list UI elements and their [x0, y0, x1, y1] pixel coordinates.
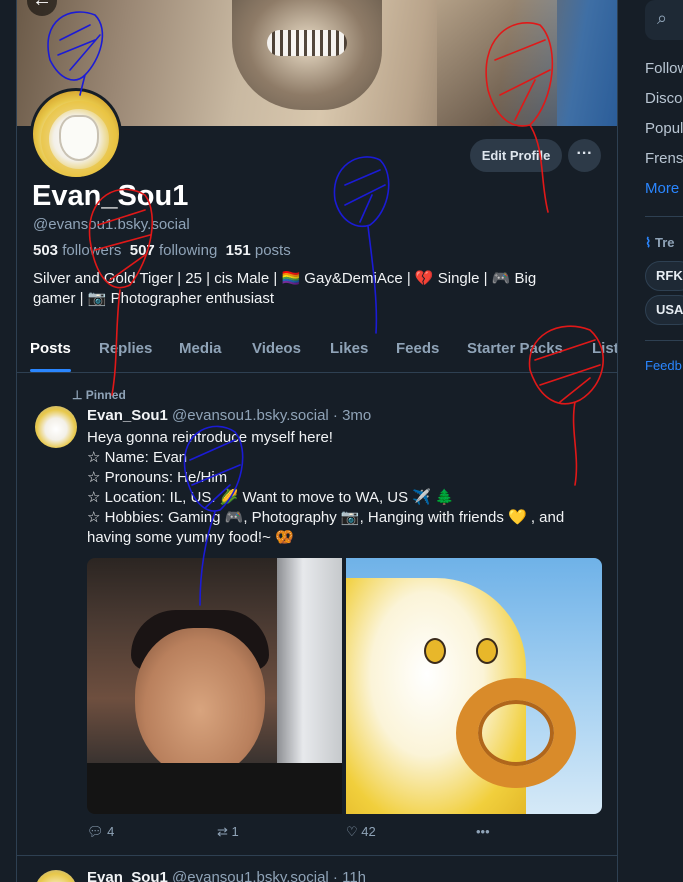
display-name: Evan_Sou1 — [32, 180, 189, 212]
rail-link-frens[interactable]: Frens — [645, 150, 683, 167]
followers-count: 503 — [33, 242, 59, 259]
edit-profile-button[interactable]: Edit Profile — [470, 139, 562, 172]
post-header: Evan_Sou1 @evansou1.bsky.social · 11h — [87, 869, 366, 882]
post-author-handle[interactable]: @evansou1.bsky.social — [172, 407, 329, 424]
active-tab-indicator — [30, 369, 71, 372]
tab-feeds[interactable]: Feeds — [396, 340, 439, 357]
profile-handle: @evansou1.bsky.social — [33, 216, 190, 233]
post-author-avatar[interactable] — [35, 406, 77, 448]
search-icon[interactable]: ⌕ — [645, 0, 683, 40]
followers-label: followers — [62, 242, 122, 259]
following-label: following — [158, 242, 218, 259]
post-divider — [17, 855, 617, 856]
rail-divider — [645, 340, 683, 341]
pinned-label: Pinned — [85, 388, 126, 402]
tab-videos[interactable]: Videos — [252, 340, 301, 357]
column-border — [16, 0, 17, 882]
post-more-button[interactable]: ••• — [476, 824, 490, 839]
post-time[interactable]: · 3mo — [333, 407, 371, 424]
post-line: Heya gonna reintroduce myself here! — [87, 429, 333, 446]
more-options-button[interactable]: ··· — [568, 139, 601, 172]
posts-count: 151 — [225, 242, 251, 259]
rail-link-discover[interactable]: Disco — [645, 90, 683, 107]
post-line: ☆ Pronouns: He/Him — [87, 469, 228, 486]
like-button[interactable]: ♡ 42 — [346, 824, 376, 840]
profile-bio: Silver and Gold Tiger | 25 | cis Male | … — [33, 269, 593, 309]
trending-pill[interactable]: USA — [645, 295, 683, 325]
reply-icon: 💬︎ — [87, 824, 104, 839]
repost-icon: ⇄ — [217, 824, 228, 839]
post-image-tiger-art[interactable] — [346, 558, 602, 814]
tab-starter-packs[interactable]: Starter Packs — [467, 340, 563, 357]
repost-button[interactable]: ⇄ 1 — [217, 824, 239, 840]
following-link[interactable]: 507 following — [130, 242, 218, 259]
repost-count: 1 — [231, 824, 239, 839]
trending-icon: ⌇ — [645, 235, 652, 250]
trending-pill[interactable]: RFK — [645, 261, 683, 291]
post-line: ☆ Hobbies: Gaming 🎮, Photography 📷, Hang… — [87, 509, 565, 526]
heart-icon: ♡ — [346, 824, 358, 839]
post-author-name[interactable]: Evan_Sou1 — [87, 407, 168, 424]
tab-replies[interactable]: Replies — [99, 340, 152, 357]
followers-link[interactable]: 503 followers — [33, 242, 121, 259]
profile-stats: 503 followers 507 following 151 posts — [33, 242, 291, 259]
following-count: 507 — [129, 242, 155, 259]
feedback-link[interactable]: Feedb — [645, 358, 682, 373]
reply-button[interactable]: 💬︎ 4 — [87, 824, 114, 840]
rail-more-link[interactable]: More — [645, 180, 679, 197]
rail-link-following[interactable]: Follow — [645, 60, 683, 77]
posts-label: posts — [254, 242, 291, 259]
reply-count: 4 — [107, 824, 115, 839]
post-text: Heya gonna reintroduce myself here! ☆ Na… — [87, 428, 612, 548]
tab-posts[interactable]: Posts — [30, 340, 71, 357]
post-author-name[interactable]: Evan_Sou1 — [87, 869, 168, 882]
post-header: Evan_Sou1 @evansou1.bsky.social · 3mo — [87, 407, 371, 424]
trending-heading: ⌇ Tre — [645, 235, 675, 251]
tab-lists[interactable]: List — [592, 340, 617, 357]
posts-stat: 151 posts — [226, 242, 291, 259]
like-count: 42 — [361, 824, 376, 839]
post-line: ☆ Location: IL, US. 🌽 Want to move to WA… — [87, 489, 454, 506]
pinned-indicator: ⊥ Pinned — [72, 388, 126, 402]
profile-tabs: Posts Replies Media Videos Likes Feeds S… — [17, 331, 617, 373]
tab-likes[interactable]: Likes — [330, 340, 368, 357]
post-image-selfie[interactable] — [87, 558, 342, 814]
profile-avatar[interactable] — [30, 88, 122, 180]
trending-label: Tre — [654, 235, 675, 250]
post-author-handle[interactable]: @evansou1.bsky.social — [172, 869, 329, 882]
post-line: ☆ Name: Evan — [87, 449, 188, 466]
post-line: having some yummy food!~ 🥨 — [87, 529, 294, 546]
bio-line: gamer | 📷 Photographer enthusiast — [33, 290, 275, 307]
post-time[interactable]: · 11h — [333, 869, 366, 882]
rail-link-popular[interactable]: Popul — [645, 120, 683, 137]
rail-divider — [645, 216, 683, 217]
bio-line: Silver and Gold Tiger | 25 | cis Male | … — [33, 270, 537, 287]
pin-icon: ⊥ — [72, 388, 83, 402]
tab-media[interactable]: Media — [179, 340, 222, 357]
